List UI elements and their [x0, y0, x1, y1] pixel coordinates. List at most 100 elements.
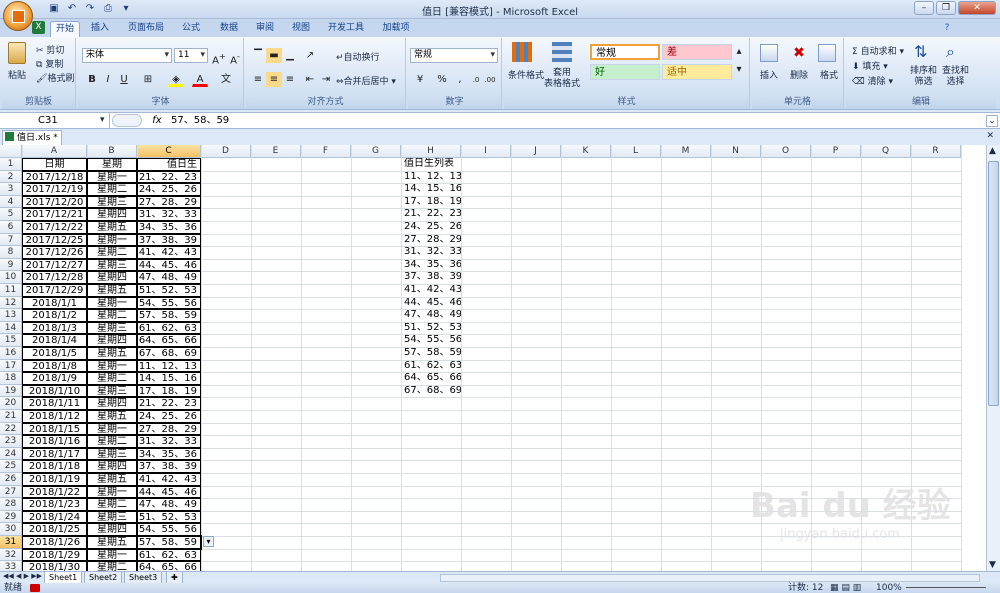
number-format-combo[interactable]: 常规: [410, 48, 498, 63]
find-select-icon[interactable]: ⌕: [946, 42, 955, 62]
cell-a7[interactable]: 2017/12/25: [22, 233, 87, 247]
macro-record-icon[interactable]: [30, 584, 40, 592]
percent-button[interactable]: %: [434, 72, 450, 87]
cell-c7[interactable]: 37、38、39: [137, 233, 201, 247]
cell-b18[interactable]: 星期二: [87, 372, 137, 385]
column-header-m[interactable]: M: [661, 145, 711, 158]
underline-button[interactable]: U: [116, 72, 132, 87]
row-header[interactable]: 8: [0, 246, 22, 259]
format-painter-button[interactable]: 🖌格式刷: [36, 71, 74, 84]
validation-dropdown-icon[interactable]: ▾: [203, 536, 214, 547]
row-header[interactable]: 2: [0, 170, 22, 184]
cell-a1[interactable]: 日期: [22, 158, 87, 171]
cell-b27[interactable]: 星期一: [87, 485, 137, 499]
cell-h11[interactable]: 41、42、43: [401, 284, 461, 297]
cell-c13[interactable]: 57、58、59: [137, 309, 201, 322]
cell-a22[interactable]: 2018/1/15: [22, 422, 87, 436]
cell-h9[interactable]: 34、35、36: [401, 259, 461, 272]
row-header[interactable]: 22: [0, 422, 22, 436]
row-header[interactable]: 7: [0, 233, 22, 247]
phonetic-icon[interactable]: 文: [218, 72, 234, 87]
minimize-icon[interactable]: –: [914, 1, 934, 15]
cell-h1[interactable]: 值日生列表: [401, 158, 461, 171]
column-header-r[interactable]: R: [911, 145, 961, 158]
row-header[interactable]: 26: [0, 473, 22, 486]
cell-c23[interactable]: 31、32、33: [137, 435, 201, 448]
wrap-text-button[interactable]: ↵自动换行: [336, 50, 380, 63]
cell-c27[interactable]: 44、45、46: [137, 485, 201, 499]
cell-h12[interactable]: 44、45、46: [401, 297, 461, 310]
cell-h5[interactable]: 21、22、23: [401, 208, 461, 221]
cell-c18[interactable]: 14、15、16: [137, 372, 201, 385]
cell-b14[interactable]: 星期三: [87, 321, 137, 335]
find-select-button[interactable]: 查找和 选择: [942, 66, 969, 88]
tab-addins[interactable]: 加载项: [376, 21, 416, 37]
tab-insert[interactable]: 插入: [84, 21, 116, 37]
conditional-format-icon[interactable]: [512, 42, 532, 62]
cell-c20[interactable]: 21、22、23: [137, 397, 201, 410]
cell-b2[interactable]: 星期一: [87, 170, 137, 184]
cell-c3[interactable]: 24、25、26: [137, 183, 201, 196]
cell-a25[interactable]: 2018/1/18: [22, 460, 87, 473]
style-neutral[interactable]: 适中: [662, 64, 732, 80]
column-header-q[interactable]: Q: [861, 145, 911, 158]
column-header-o[interactable]: O: [761, 145, 811, 158]
cell-a28[interactable]: 2018/1/23: [22, 498, 87, 511]
cell-b10[interactable]: 星期四: [87, 271, 137, 284]
cell-c11[interactable]: 51、52、53: [137, 284, 201, 297]
row-header[interactable]: 11: [0, 284, 22, 297]
cell-c32[interactable]: 61、62、63: [137, 548, 201, 562]
cell-c2[interactable]: 21、22、23: [137, 170, 201, 184]
decrease-indent-icon[interactable]: ⇤: [302, 72, 318, 87]
conditional-format-button[interactable]: 条件格式: [508, 68, 544, 81]
row-header[interactable]: 9: [0, 258, 22, 272]
cell-a2[interactable]: 2017/12/18: [22, 170, 87, 184]
cell-b16[interactable]: 星期五: [87, 347, 137, 360]
cell-c4[interactable]: 27、28、29: [137, 195, 201, 209]
align-center-icon[interactable]: ≡: [266, 72, 282, 87]
delete-cells-button[interactable]: 删除: [790, 68, 808, 81]
row-header[interactable]: 23: [0, 435, 22, 448]
cell-h14[interactable]: 51、52、53: [401, 322, 461, 335]
row-header[interactable]: 31: [0, 536, 22, 549]
cell-h17[interactable]: 61、62、63: [401, 360, 461, 373]
cell-h8[interactable]: 31、32、33: [401, 246, 461, 259]
select-all-corner[interactable]: [0, 145, 22, 158]
column-header-f[interactable]: F: [301, 145, 351, 158]
vertical-scroll-thumb[interactable]: [988, 161, 999, 406]
cell-a3[interactable]: 2017/12/19: [22, 183, 87, 196]
currency-icon[interactable]: ¥: [412, 72, 428, 87]
align-right-icon[interactable]: ≡: [282, 72, 298, 87]
cell-b33[interactable]: 星期二: [87, 561, 137, 571]
cell-h18[interactable]: 64、65、66: [401, 372, 461, 385]
bold-button[interactable]: B: [84, 72, 100, 87]
cell-a11[interactable]: 2017/12/29: [22, 284, 87, 297]
cell-h16[interactable]: 57、58、59: [401, 347, 461, 360]
tab-view[interactable]: 视图: [286, 21, 316, 37]
formula-splitter[interactable]: [112, 114, 142, 127]
insert-cells-button[interactable]: 插入: [760, 68, 778, 81]
increase-indent-icon[interactable]: ⇥: [318, 72, 334, 87]
delete-cells-icon[interactable]: ✖: [790, 44, 808, 62]
cell-c25[interactable]: 37、38、39: [137, 460, 201, 473]
workbook-close-icon[interactable]: ✕: [986, 131, 994, 141]
row-header[interactable]: 12: [0, 296, 22, 310]
cell-c33[interactable]: 64、65、66: [137, 561, 201, 571]
column-header-a[interactable]: A: [22, 145, 87, 158]
cell-c24[interactable]: 34、35、36: [137, 447, 201, 461]
cell-h15[interactable]: 54、55、56: [401, 334, 461, 347]
format-table-button[interactable]: 套用 表格格式: [544, 68, 580, 90]
copy-button[interactable]: ⧉ 复制: [36, 57, 63, 70]
cell-b9[interactable]: 星期三: [87, 258, 137, 272]
style-good[interactable]: 好: [590, 64, 660, 80]
cell-a17[interactable]: 2018/1/8: [22, 359, 87, 373]
tab-home[interactable]: 开始: [50, 21, 80, 37]
cell-b3[interactable]: 星期二: [87, 183, 137, 196]
merge-center-button[interactable]: ⇔合并后居中 ▾: [336, 74, 396, 87]
cell-a19[interactable]: 2018/1/10: [22, 384, 87, 398]
cell-b26[interactable]: 星期五: [87, 473, 137, 486]
office-button[interactable]: [3, 1, 33, 31]
view-buttons-icon[interactable]: ▦ ▤ ▥: [830, 583, 861, 593]
font-size-combo[interactable]: 11: [174, 48, 208, 63]
cell-a26[interactable]: 2018/1/19: [22, 473, 87, 486]
